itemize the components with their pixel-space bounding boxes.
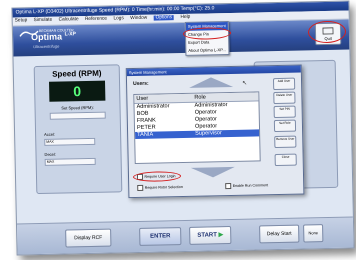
set-pin-button[interactable]: Set PIN	[273, 105, 296, 119]
menu-item-about[interactable]: About Optima L-XP...	[186, 46, 228, 55]
menu-setup[interactable]: Setup	[15, 18, 28, 23]
menu-simulate[interactable]: Simulate	[34, 18, 53, 23]
cell-user: TANIA	[137, 131, 154, 138]
highlight-circle-login	[132, 171, 182, 183]
require-rotor-selection-checkbox[interactable]: Require Rotor Selection	[137, 184, 183, 191]
start-button[interactable]: START ▶	[189, 226, 232, 245]
app-header: BECKMAN COULTER Optima L-XP Ultracentrif…	[12, 19, 350, 57]
delay-start-button[interactable]: Delay Start	[259, 224, 300, 244]
delete-user-button[interactable]: Delete User	[273, 91, 296, 105]
product-tagline: Ultracentrifuge	[33, 43, 60, 50]
checkbox-label: Require Rotor Selection	[144, 185, 183, 190]
speed-display: 0	[49, 80, 106, 102]
checkbox-label: Enable Run Comment	[232, 183, 269, 188]
users-table: User Role Administrator Administrator BO…	[133, 91, 261, 165]
remove-user-button[interactable]: Remove User	[274, 135, 297, 149]
dialog-title: System Management	[126, 65, 301, 77]
display-rcf-button[interactable]: Display RCF	[65, 228, 112, 248]
menu-reference[interactable]: Reference	[85, 17, 107, 22]
system-management-dialog: System Management Users: ↖ User Role Adm…	[125, 64, 305, 199]
product-name: Optima L-XP	[30, 31, 76, 43]
mouse-cursor-icon: ↖	[242, 80, 248, 87]
set-role-button[interactable]: Set Role	[273, 119, 297, 133]
column-role: Role	[194, 94, 206, 101]
speed-panel: Speed (RPM) 0 Set Speed (RPM): Accel: MA…	[33, 64, 123, 195]
enter-button[interactable]: ENTER	[139, 227, 182, 246]
speed-title: Speed (RPM)	[52, 68, 102, 79]
enable-run-comment-checkbox[interactable]: Enable Run Comment	[225, 182, 269, 190]
app-window: Optima L-XP (D3402) Ultracentrifuge Spee…	[11, 0, 355, 256]
menu-help[interactable]: Help	[180, 15, 190, 20]
decel-label: Decel:	[44, 151, 56, 157]
table-row-selected[interactable]: TANIA Supervisor	[135, 129, 260, 140]
menu-calculate[interactable]: Calculate	[59, 17, 79, 22]
close-button[interactable]: Close	[274, 153, 297, 167]
users-label: Users:	[133, 80, 149, 88]
cell-role: Supervisor	[195, 130, 222, 137]
delay-value-field[interactable]: None	[303, 224, 324, 243]
accel-label: Accel:	[44, 131, 56, 137]
accel-select[interactable]: MAX	[44, 137, 96, 146]
checkbox-box	[225, 183, 232, 190]
column-user: User	[136, 95, 149, 102]
set-speed-input[interactable]	[49, 111, 106, 120]
checkbox-box	[137, 184, 144, 191]
menu-window[interactable]: Window	[130, 16, 147, 21]
bottom-toolbar: Display RCF ENTER START ▶ Delay Start No…	[16, 216, 354, 255]
decel-select[interactable]: MAX	[44, 157, 96, 166]
menu-options[interactable]: Options	[153, 15, 175, 21]
scroll-up-arrow-icon[interactable]	[188, 76, 234, 88]
add-user-button[interactable]: Add User	[272, 77, 296, 91]
scroll-down-arrow-icon[interactable]	[190, 166, 236, 178]
set-speed-label: Set Speed (RPM):	[61, 104, 94, 111]
menu-logs[interactable]: Logs	[113, 16, 124, 21]
play-arrow-icon: ▶	[218, 232, 224, 239]
